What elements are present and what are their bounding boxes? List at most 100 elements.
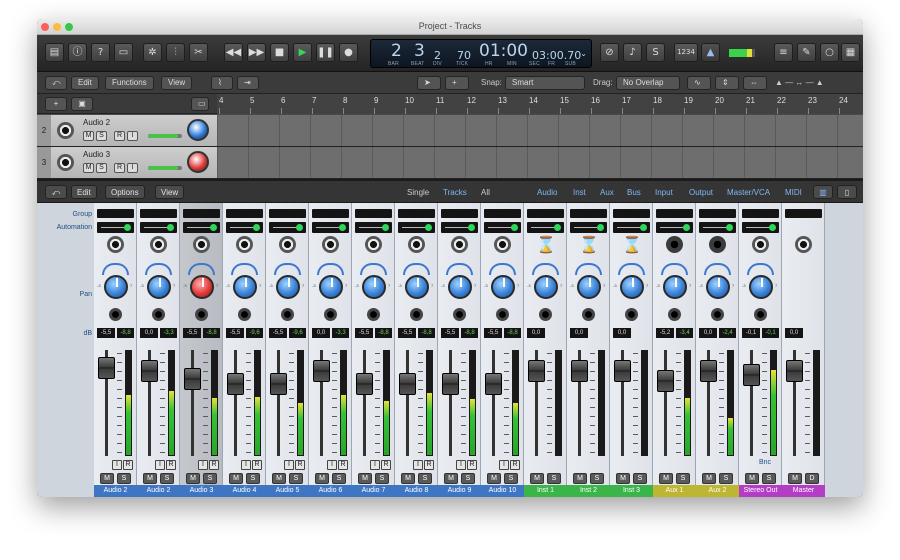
volume-fader[interactable]: [313, 360, 330, 382]
send-knob[interactable]: [410, 308, 423, 321]
send-knob[interactable]: [539, 308, 552, 321]
pan-knob[interactable]: [577, 275, 601, 299]
automation-mode[interactable]: [570, 222, 607, 233]
drag-select[interactable]: No Overlap: [616, 76, 680, 90]
send-knob[interactable]: [324, 308, 337, 321]
group-slot[interactable]: [355, 209, 392, 218]
input-jack-icon[interactable]: [193, 236, 210, 253]
volume-fader[interactable]: [528, 360, 545, 382]
lcd-chevron-down-icon[interactable]: ⌄: [580, 49, 587, 58]
solo-button[interactable]: S: [762, 473, 776, 484]
mute-button[interactable]: M: [788, 473, 802, 484]
volume-fader[interactable]: [270, 373, 287, 395]
browsers-icon[interactable]: ▦: [841, 43, 860, 62]
input-monitor-button[interactable]: I: [370, 460, 380, 470]
send-knob[interactable]: [582, 308, 595, 321]
input-monitor-button[interactable]: I: [284, 460, 294, 470]
editors-icon[interactable]: ✂: [189, 43, 208, 62]
smart-controls-icon[interactable]: ✲: [143, 43, 162, 62]
group-slot[interactable]: [398, 209, 435, 218]
input-monitor-button[interactable]: I: [241, 460, 251, 470]
channel-name[interactable]: Audio 8: [395, 485, 438, 497]
volume-fader[interactable]: [485, 373, 502, 395]
channel-name[interactable]: Master: [782, 485, 825, 497]
record-enable-button[interactable]: R: [467, 460, 477, 470]
peak-db-readout[interactable]: -8,8: [504, 328, 521, 338]
track-pan-knob[interactable]: [187, 151, 209, 173]
track-row[interactable]: 3 Audio 3 M S R I: [37, 147, 863, 179]
channel-strip[interactable]: -3 7 0,0 -3,3 I R M S Audio 6: [309, 203, 352, 497]
volume-fader[interactable]: [141, 360, 158, 382]
channel-strip[interactable]: 0,0 M D Master: [782, 203, 825, 497]
track-row[interactable]: 2 Audio 2 M S R I: [37, 115, 863, 147]
track-name[interactable]: Audio 3: [83, 150, 110, 159]
filter-master-vca[interactable]: Master/VCA: [721, 185, 776, 199]
solo-button[interactable]: S: [203, 473, 217, 484]
mute-button[interactable]: M: [745, 473, 759, 484]
input-monitor-button[interactable]: I: [456, 460, 466, 470]
loop-browser-icon[interactable]: ○: [820, 43, 839, 62]
mute-button[interactable]: M: [100, 473, 114, 484]
send-knob[interactable]: [711, 308, 724, 321]
solo-button[interactable]: S: [160, 473, 174, 484]
track-arrange-lane[interactable]: [217, 115, 863, 146]
group-slot[interactable]: [656, 209, 693, 218]
volume-db-readout[interactable]: 0,0: [527, 328, 545, 338]
solo-button[interactable]: S: [504, 473, 518, 484]
volume-fader[interactable]: [399, 373, 416, 395]
mixer-icon[interactable]: ⫶: [166, 43, 185, 62]
pan-knob[interactable]: [491, 275, 515, 299]
volume-db-readout[interactable]: 0,0: [699, 328, 717, 338]
automation-mode[interactable]: [699, 222, 736, 233]
input-jack-icon[interactable]: [365, 236, 382, 253]
automation-mode[interactable]: [398, 222, 435, 233]
volume-db-readout[interactable]: -5,5: [183, 328, 201, 338]
replace-icon[interactable]: ⊘: [600, 43, 619, 62]
filter-bus[interactable]: Bus: [621, 185, 647, 199]
group-slot[interactable]: [312, 209, 349, 218]
channel-name[interactable]: Audio 4: [223, 485, 266, 497]
lcd-display[interactable]: 2 3 2 70 01:00 03:00.70 BAR BEAT DIV TIC…: [370, 39, 592, 68]
back-arrow-icon[interactable]: ⤺: [45, 76, 67, 90]
channel-name[interactable]: Inst 3: [610, 485, 653, 497]
peak-db-readout[interactable]: -9,6: [246, 328, 263, 338]
mixer-edit-menu[interactable]: Edit: [71, 185, 97, 199]
track-header[interactable]: 2 Audio 2 M S R I: [37, 115, 217, 146]
send-knob[interactable]: [496, 308, 509, 321]
send-knob[interactable]: [367, 308, 380, 321]
input-jack-icon[interactable]: [150, 236, 167, 253]
volume-fader[interactable]: [571, 360, 588, 382]
volume-db-readout[interactable]: -5,5: [269, 328, 287, 338]
add-track-icon[interactable]: +: [45, 97, 67, 111]
volume-fader[interactable]: [184, 368, 201, 390]
send-knob[interactable]: [625, 308, 638, 321]
solo-button[interactable]: S: [418, 473, 432, 484]
track-name[interactable]: Audio 2: [83, 118, 110, 127]
channel-strip[interactable]: -3 7 -5,5 -9,6 I R M S Audio 5: [266, 203, 309, 497]
send-knob[interactable]: [754, 308, 767, 321]
filter-midi[interactable]: MIDI: [779, 185, 808, 199]
channel-name[interactable]: Audio 6: [309, 485, 352, 497]
mute-button[interactable]: M: [143, 473, 157, 484]
channel-name[interactable]: Aux 1: [653, 485, 696, 497]
wide-strips-icon[interactable]: ▥: [813, 185, 833, 199]
channel-strip[interactable]: -3 7 0,0 -3,3 I R M S Audio 2: [137, 203, 180, 497]
automation-mode[interactable]: [527, 222, 564, 233]
pan-knob[interactable]: [147, 275, 171, 299]
volume-fader[interactable]: [657, 370, 674, 392]
pan-knob[interactable]: [319, 275, 343, 299]
automation-mode[interactable]: [312, 222, 349, 233]
send-knob[interactable]: [109, 308, 122, 321]
channel-strip[interactable]: -3 7 -5,5 -8,8 I R M S Audio 8: [395, 203, 438, 497]
rewind-icon[interactable]: ◀◀: [224, 43, 243, 62]
channel-strip[interactable]: -3 7 -5,5 -9,6 I R M S Audio 4: [223, 203, 266, 497]
volume-db-readout[interactable]: 0,0: [570, 328, 588, 338]
input-monitor-button[interactable]: I: [499, 460, 509, 470]
track-mute-button[interactable]: M: [83, 131, 94, 141]
group-slot[interactable]: [269, 209, 306, 218]
track-solo-button[interactable]: S: [96, 131, 107, 141]
automation-mode[interactable]: [183, 222, 220, 233]
group-slot[interactable]: [140, 209, 177, 218]
filter-output[interactable]: Output: [683, 185, 719, 199]
channel-strip[interactable]: -3 7 -5,2 -3,4 M S Aux 1: [653, 203, 696, 497]
